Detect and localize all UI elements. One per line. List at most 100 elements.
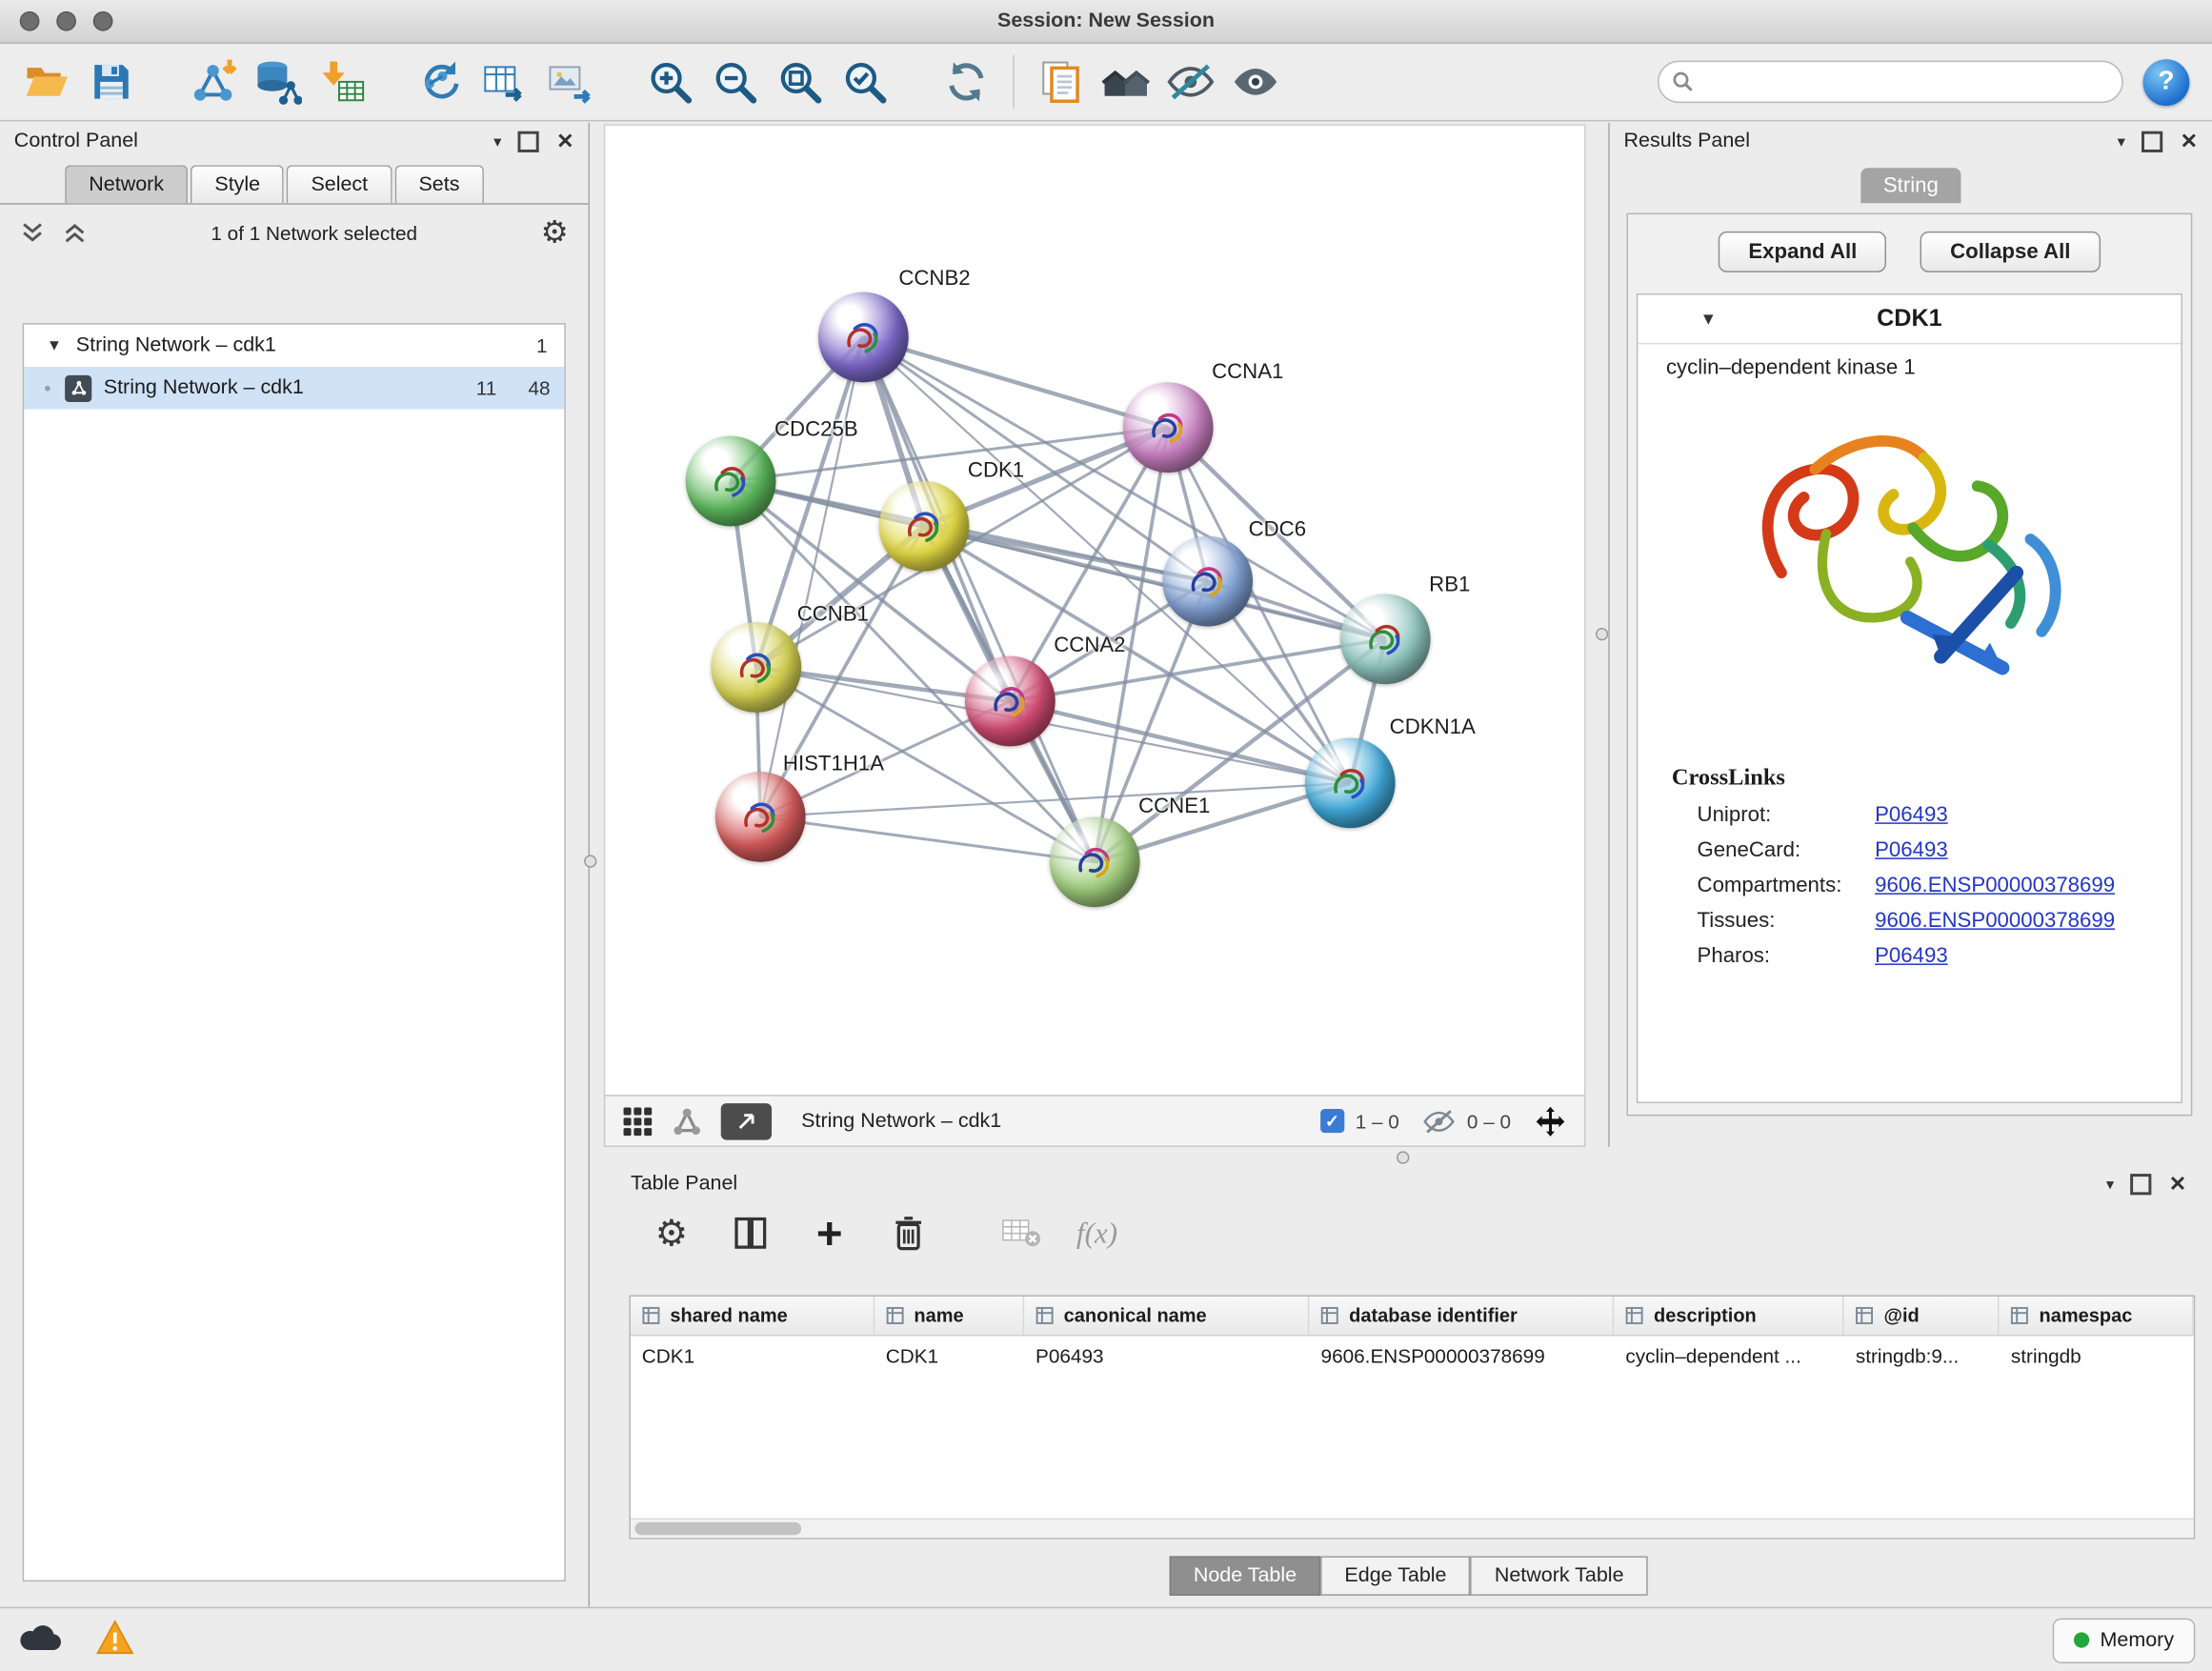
network-view[interactable]: CCNB2 CCNA1 CDC25B CDK1 CDC6 RB1 CCNB1: [604, 124, 1586, 1096]
column-header-namespac[interactable]: namespac: [2000, 1297, 2194, 1335]
maximize-panel-icon[interactable]: [2142, 131, 2163, 151]
show-all-views-button[interactable]: [1094, 50, 1158, 114]
collapse-all-button[interactable]: Collapse All: [1920, 232, 2101, 272]
left-splitter-handle[interactable]: [584, 855, 596, 867]
right-splitter-handle[interactable]: [1596, 628, 1608, 640]
gear-icon[interactable]: ⚙: [541, 217, 569, 249]
maximize-panel-icon[interactable]: [2131, 1173, 2152, 1194]
close-panel-icon[interactable]: ✕: [2169, 1171, 2187, 1197]
network-overview-icon[interactable]: [672, 1105, 703, 1137]
table-cell[interactable]: P06493: [1024, 1336, 1310, 1374]
copy-document-button[interactable]: [1029, 50, 1094, 114]
gene-expander-icon[interactable]: ▼: [1699, 309, 1717, 329]
refresh-view-button[interactable]: [934, 50, 998, 114]
selected-checkbox-icon[interactable]: ✓: [1320, 1109, 1344, 1133]
network-node-cdc6[interactable]: [1162, 536, 1253, 627]
grid-view-icon[interactable]: [622, 1105, 654, 1137]
close-panel-icon[interactable]: ✕: [2181, 129, 2199, 154]
scrollbar-thumb[interactable]: [634, 1522, 801, 1535]
import-network-file-button[interactable]: [181, 50, 246, 114]
import-network-database-button[interactable]: [246, 50, 311, 114]
memory-button[interactable]: Memory: [2052, 1618, 2195, 1662]
tab-edge-table[interactable]: Edge Table: [1320, 1556, 1470, 1595]
network-node-rb1[interactable]: [1340, 594, 1431, 684]
table-cell[interactable]: stringdb:9...: [1844, 1336, 2000, 1374]
close-window-button[interactable]: [20, 11, 40, 31]
minimize-window-button[interactable]: [56, 11, 76, 31]
table-cell[interactable]: CDK1: [631, 1336, 875, 1374]
table-settings-gear-icon[interactable]: ⚙: [648, 1209, 695, 1257]
float-panel-icon[interactable]: ▾: [493, 131, 501, 150]
table-data-row[interactable]: CDK1CDK1P064939606.ENSP00000378699cyclin…: [631, 1336, 2194, 1374]
maximize-panel-icon[interactable]: [518, 131, 539, 151]
tab-node-table[interactable]: Node Table: [1170, 1556, 1321, 1595]
export-table-button[interactable]: [472, 50, 536, 114]
crosslink-link[interactable]: P06493: [1875, 838, 1948, 862]
delete-table-button[interactable]: [997, 1209, 1045, 1257]
expand-all-button[interactable]: Expand All: [1719, 232, 1886, 272]
float-panel-icon[interactable]: ▾: [2118, 131, 2125, 150]
float-panel-icon[interactable]: ▾: [2106, 1175, 2114, 1193]
column-header-canonical-name[interactable]: canonical name: [1024, 1297, 1310, 1335]
expand-all-icon[interactable]: [62, 222, 88, 245]
new-network-button[interactable]: [406, 50, 471, 114]
horizontal-splitter-handle[interactable]: [1397, 1151, 1409, 1163]
search-input[interactable]: [1658, 61, 2123, 103]
collapse-all-icon[interactable]: [20, 222, 46, 245]
delete-column-button[interactable]: [885, 1209, 933, 1257]
import-table-button[interactable]: [311, 50, 375, 114]
column-header-database-identifier[interactable]: database identifier: [1310, 1297, 1615, 1335]
close-panel-icon[interactable]: ✕: [556, 129, 574, 154]
tab-style[interactable]: Style: [191, 165, 284, 203]
table-cell[interactable]: 9606.ENSP00000378699: [1310, 1336, 1615, 1374]
crosslink-link[interactable]: P06493: [1875, 803, 1948, 827]
network-node-ccna2[interactable]: [965, 656, 1056, 747]
pan-tool-icon[interactable]: [1534, 1104, 1568, 1138]
show-columns-button[interactable]: [727, 1209, 774, 1257]
column-header-name[interactable]: name: [875, 1297, 1024, 1335]
tab-select[interactable]: Select: [287, 165, 392, 203]
hide-annotations-button[interactable]: [1158, 50, 1223, 114]
zoom-out-button[interactable]: [702, 50, 767, 114]
gene-card-header[interactable]: ▼ CDK1: [1638, 295, 2181, 345]
table-cell[interactable]: cyclin–dependent ...: [1615, 1336, 1844, 1374]
hidden-eye-slash-icon[interactable]: [1422, 1107, 1457, 1136]
tab-network[interactable]: Network: [65, 165, 188, 203]
function-builder-button[interactable]: f(x): [1076, 1216, 1117, 1251]
show-annotations-button[interactable]: [1223, 50, 1288, 114]
network-node-hist1h1a[interactable]: [715, 772, 806, 862]
network-collection-row[interactable]: ▼ String Network – cdk1 1: [24, 325, 564, 367]
network-node-ccnb2[interactable]: [818, 292, 909, 383]
add-column-button[interactable]: +: [806, 1209, 854, 1257]
warnings-button[interactable]: [96, 1619, 134, 1661]
table-cell[interactable]: stringdb: [2000, 1336, 2194, 1374]
network-node-ccnb1[interactable]: [711, 622, 801, 713]
network-node-ccna1[interactable]: [1123, 382, 1214, 473]
open-session-button[interactable]: [14, 50, 79, 114]
column-header-description[interactable]: description: [1615, 1297, 1844, 1335]
network-row-selected[interactable]: ● String Network – cdk1 11 48: [24, 367, 564, 409]
tab-string[interactable]: String: [1860, 168, 1961, 203]
export-image-button[interactable]: [536, 50, 601, 114]
zoom-fit-button[interactable]: [768, 50, 833, 114]
open-in-window-button[interactable]: [721, 1102, 772, 1139]
save-session-button[interactable]: [79, 50, 144, 114]
crosslink-link[interactable]: 9606.ENSP00000378699: [1875, 874, 2115, 897]
zoom-in-button[interactable]: [637, 50, 702, 114]
maximize-window-button[interactable]: [93, 11, 113, 31]
crosslink-link[interactable]: 9606.ENSP00000378699: [1875, 909, 2115, 933]
tab-sets[interactable]: Sets: [394, 165, 483, 203]
tab-network-table[interactable]: Network Table: [1471, 1556, 1648, 1595]
crosslink-link[interactable]: P06493: [1875, 944, 1948, 968]
network-node-ccne1[interactable]: [1050, 816, 1140, 907]
cloud-button[interactable]: [17, 1621, 65, 1660]
table-horizontal-scrollbar[interactable]: [631, 1518, 2194, 1538]
table-cell[interactable]: CDK1: [875, 1336, 1024, 1374]
network-node-cdc25b[interactable]: [686, 436, 776, 527]
network-node-cdkn1a[interactable]: [1305, 738, 1396, 829]
column-header-shared-name[interactable]: shared name: [631, 1297, 875, 1335]
zoom-selected-button[interactable]: [833, 50, 897, 114]
column-header--id[interactable]: @id: [1844, 1297, 2000, 1335]
tree-expander-icon[interactable]: ▼: [47, 337, 62, 354]
help-button[interactable]: ?: [2142, 58, 2189, 105]
